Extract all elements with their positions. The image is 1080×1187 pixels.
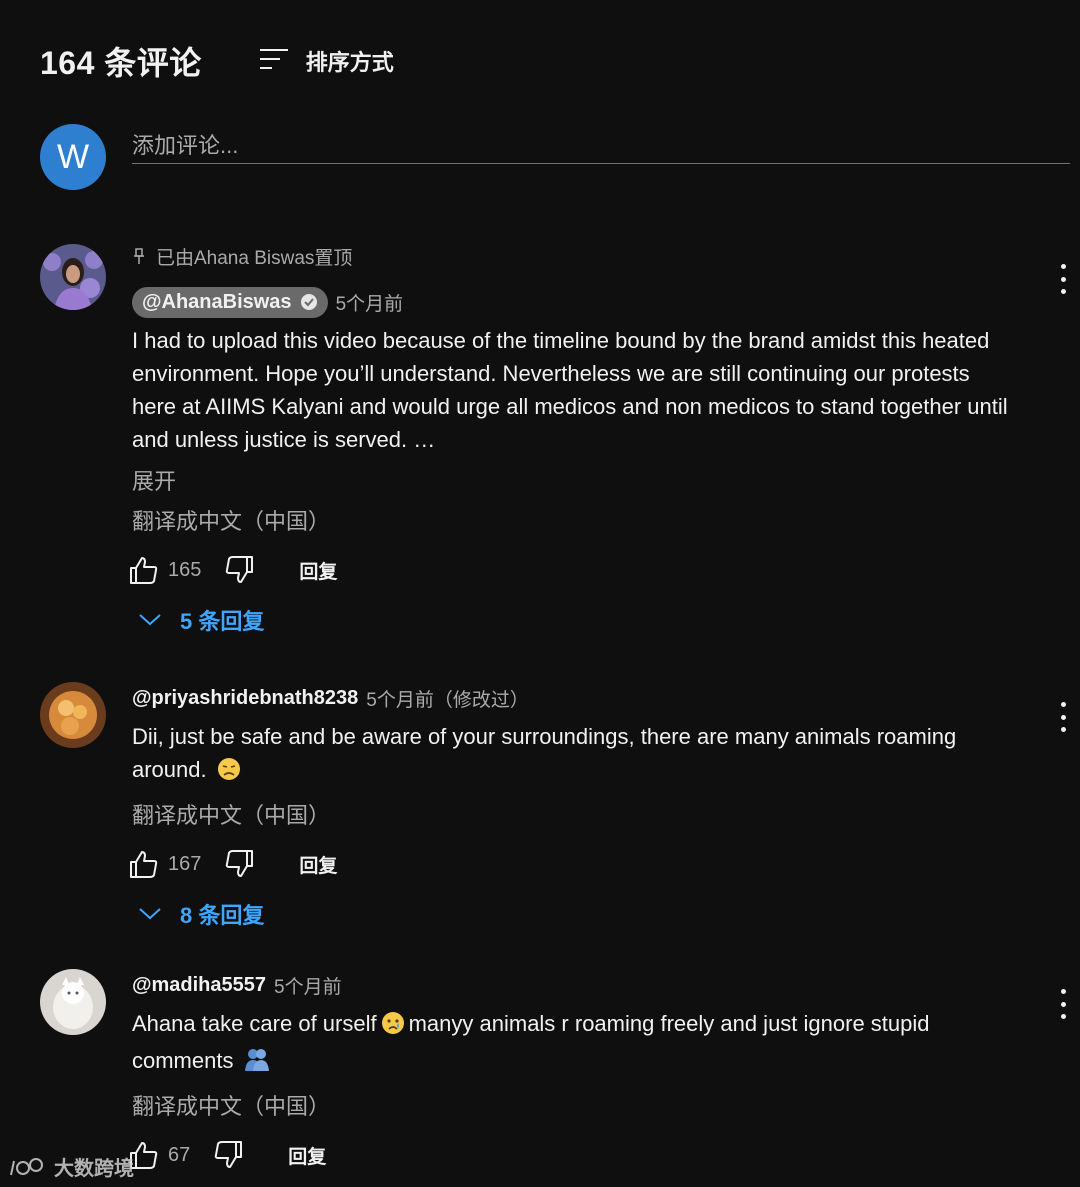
pinned-text: 已由Ahana Biswas置顶 [156,247,353,269]
comment-text-block: Dii, just be safe and be aware of your s… [132,720,1012,790]
crying-face-icon [381,1011,405,1044]
comment-text-block: Ahana take care of urself manyy animals r… [132,1007,1012,1081]
comment-time: 5个月前 [335,293,404,315]
avatar[interactable] [40,244,106,310]
translate-link[interactable]: 翻译成中文（中国） [132,504,1012,536]
people-hugging-icon [244,1048,270,1081]
author-chip[interactable]: @AhanaBiswas [132,286,328,318]
avatar[interactable]: W [40,124,106,190]
more-options-button[interactable] [1058,989,1068,1019]
like-count: 167 [168,852,202,875]
comments-header: 164 条评论 排序方式 [40,38,394,84]
like-count: 67 [168,1143,191,1166]
comment-text: Dii, just be safe and be aware of your s… [132,724,957,782]
translate-link[interactable]: 翻译成中文（中国） [132,1089,1012,1121]
dislike-button[interactable] [223,848,255,880]
reply-button[interactable]: 回复 [288,1142,326,1169]
thumbs-up-icon [130,557,158,584]
thumbs-down-icon [215,1141,243,1168]
view-replies-button[interactable]: 8 条回复 [132,898,1012,930]
more-options-button[interactable] [1058,264,1068,294]
pinned-label: 已由Ahana Biswas置顶 [132,242,1012,270]
reply-button[interactable]: 回复 [299,851,337,878]
thumbs-down-icon [226,850,254,877]
translate-link[interactable]: 翻译成中文（中国） [132,798,1012,830]
view-replies-button[interactable]: 5 条回复 [132,604,1012,636]
watermark-text: 大数跨境 [54,1158,134,1180]
comment-time: 5个月前（修改过） [366,689,529,711]
expand-button[interactable]: 展开 [132,464,1012,496]
sort-label: 排序方式 [305,50,394,75]
comment-input[interactable]: 添加评论... [132,124,1070,164]
author-name[interactable]: @madiha5557 [132,974,266,997]
sort-icon [258,47,290,76]
reply-button[interactable]: 回复 [299,557,337,584]
dislike-button[interactable] [212,1139,244,1171]
chevron-down-icon [139,908,161,920]
author-name: @AhanaBiswas [142,290,292,313]
avatar-letter: W [56,137,90,176]
avatar[interactable] [40,969,106,1035]
avatar[interactable] [40,682,106,748]
like-button[interactable] [128,848,160,880]
replies-count: 8 条回复 [180,903,265,928]
like-button[interactable] [128,554,160,586]
comment-count: 164 条评论 [40,45,202,81]
thumbs-up-icon [130,851,158,878]
watermark: 大数跨境 [8,1152,134,1181]
disappointed-face-icon [217,757,241,790]
comment-time: 5个月前 [274,976,342,998]
author-name[interactable]: @priyashridebnath8238 [132,687,358,710]
comment-text: I had to upload this video because of th… [132,328,1008,452]
chevron-down-icon [139,614,161,626]
comment-text-part1: Ahana take care of urself [132,1011,377,1036]
pin-icon [134,248,144,264]
replies-count: 5 条回复 [180,609,265,634]
more-options-button[interactable] [1058,702,1068,732]
add-comment-box: W 添加评论... [40,124,1070,194]
watermark-logo-icon [8,1155,48,1179]
sort-button[interactable]: 排序方式 [258,45,394,77]
verified-icon [300,293,318,311]
like-count: 165 [168,558,202,581]
dislike-button[interactable] [223,554,255,586]
thumbs-down-icon [226,556,254,583]
